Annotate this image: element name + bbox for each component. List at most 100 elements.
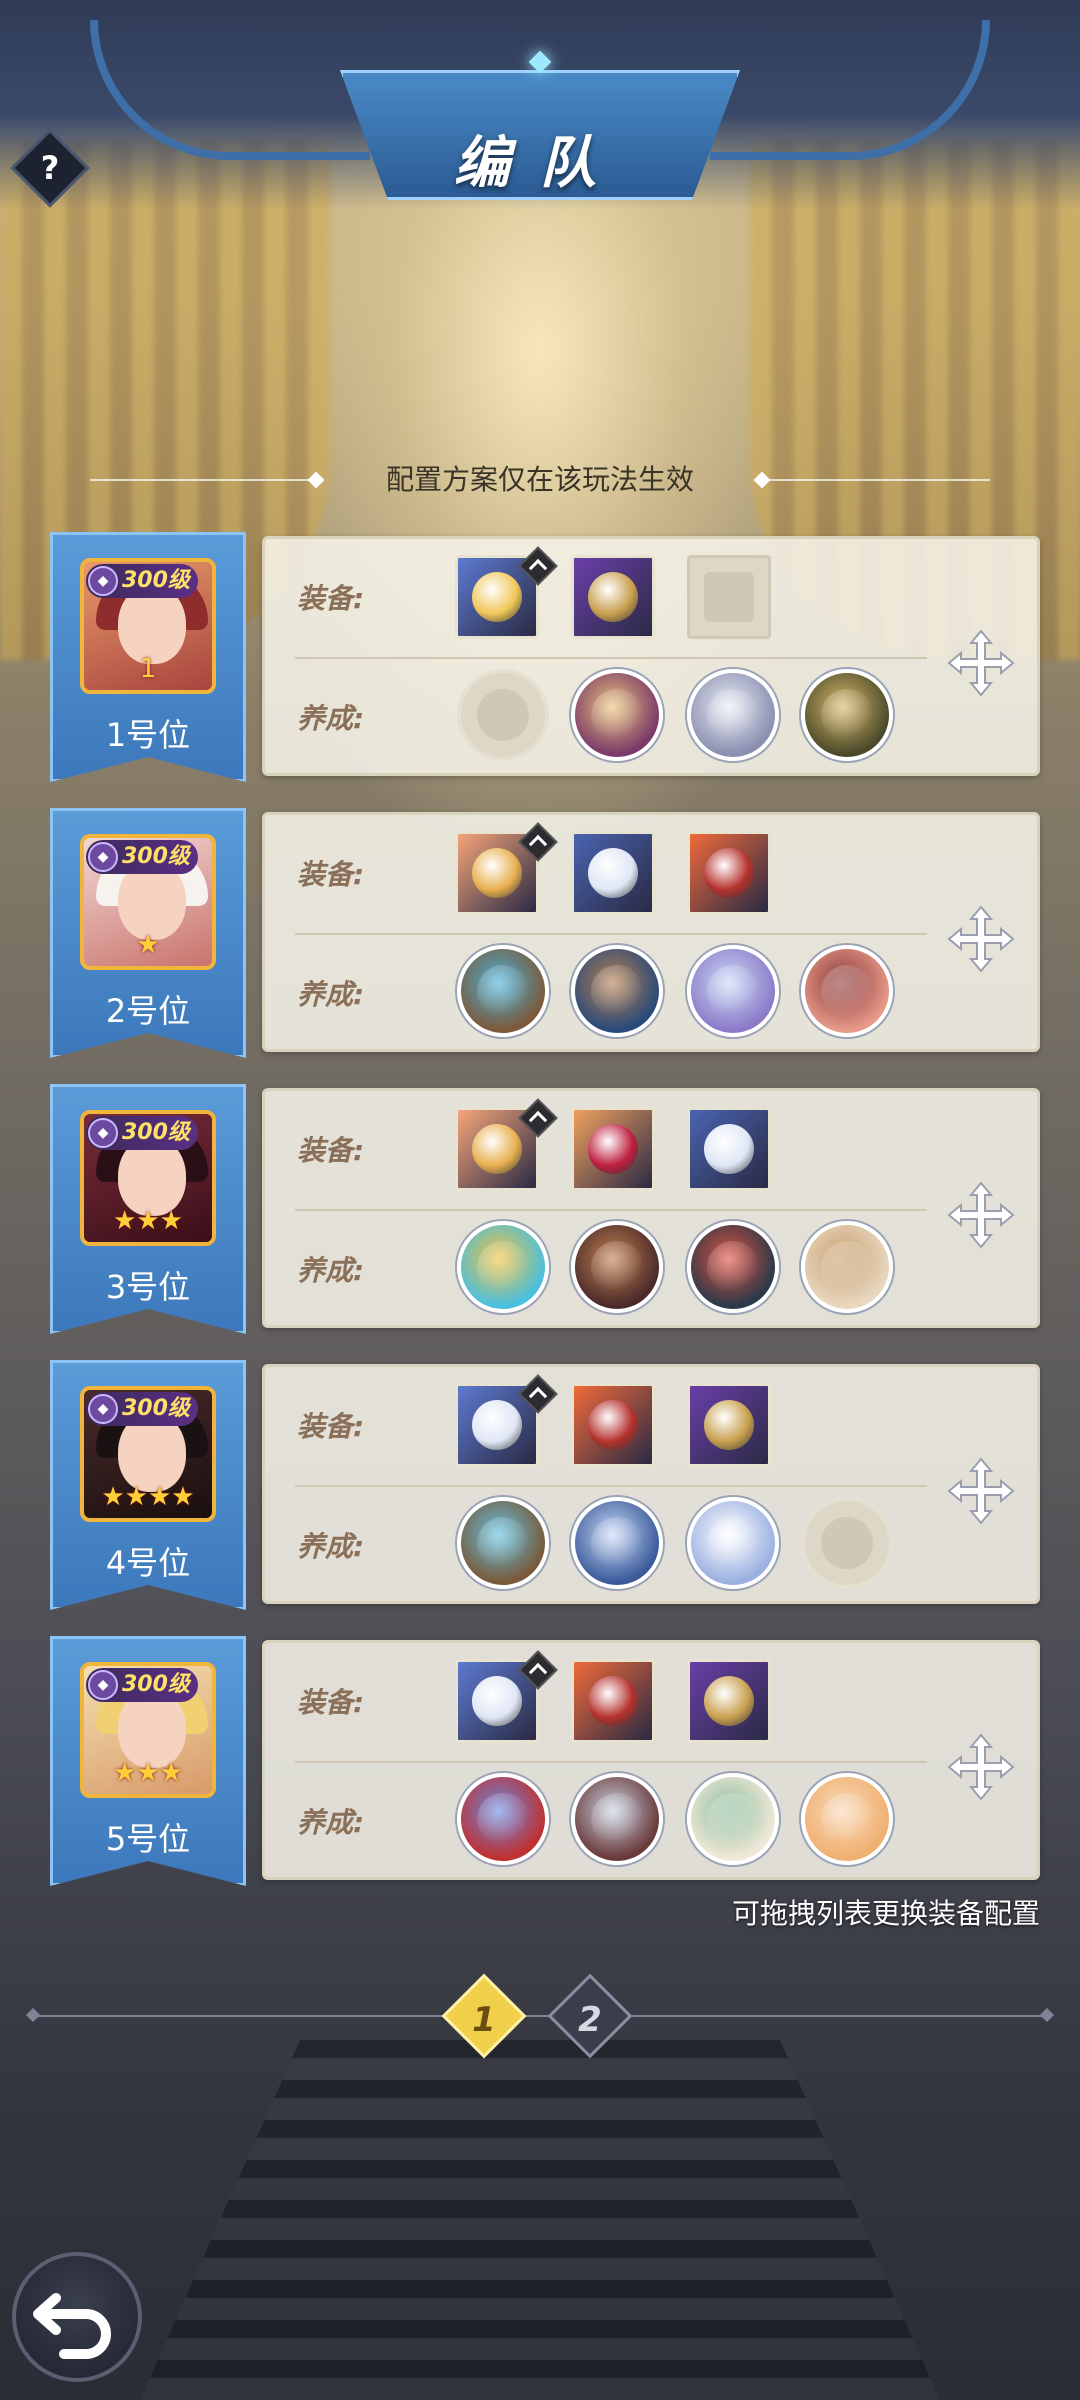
arrow-pet-icon [707, 1241, 759, 1293]
orb-icon [591, 689, 643, 741]
equip-slot[interactable] [571, 1107, 655, 1191]
drag-move-icon[interactable] [945, 1731, 1017, 1803]
equip-slot[interactable] [687, 1659, 771, 1743]
drag-move-icon[interactable] [945, 1179, 1017, 1251]
diamond-icon [753, 471, 771, 489]
card-divider [295, 1761, 927, 1763]
equip-slot[interactable] [687, 831, 771, 915]
train-slot[interactable] [801, 669, 893, 761]
drag-move-icon[interactable] [945, 1455, 1017, 1527]
equip-slot[interactable] [571, 1383, 655, 1467]
rank-icon: ◆ [88, 566, 118, 596]
equip-slot-empty[interactable] [687, 555, 771, 639]
equip-slot[interactable] [455, 822, 558, 915]
sword-book-icon [591, 1793, 643, 1845]
equip-slot[interactable] [571, 555, 655, 639]
card-divider [295, 933, 927, 935]
chest-icon [591, 1517, 643, 1569]
team-slot-3[interactable]: ◆ 300级 ★★★ 3号位 [50, 1084, 246, 1334]
loadout-card-4[interactable]: 装备: 养成: [262, 1364, 1040, 1604]
loadout-card-5[interactable]: 装备: 养成: [262, 1640, 1040, 1880]
train-label: 养成: [297, 1254, 365, 1287]
train-slot[interactable] [571, 1773, 663, 1865]
helmet-icon [821, 965, 873, 1017]
divider-line [90, 479, 310, 481]
train-slot-empty[interactable] [457, 669, 549, 761]
card-divider [295, 1485, 927, 1487]
hero-portrait[interactable]: ◆ 300级 1 [80, 558, 216, 694]
shield-icon [704, 848, 754, 898]
subtitle-text: 配置方案仅在该玩法生效 [385, 463, 694, 496]
equip-slot[interactable] [687, 1107, 771, 1191]
star-rating: ★★★ [113, 1758, 183, 1788]
cross-icon [588, 848, 638, 898]
level-badge: ◆ 300级 [86, 1668, 198, 1702]
train-slot[interactable] [571, 669, 663, 761]
divider-line [770, 479, 990, 481]
train-slot[interactable] [457, 1773, 549, 1865]
diamond-icon [307, 471, 325, 489]
equip-slot[interactable] [455, 1098, 558, 1191]
train-slot[interactable] [687, 1773, 779, 1865]
train-slot[interactable] [687, 1497, 779, 1589]
ring-icon [472, 1400, 522, 1450]
train-slot[interactable] [801, 1221, 893, 1313]
train-slot[interactable] [571, 945, 663, 1037]
train-slot-empty[interactable] [801, 1497, 893, 1589]
team-slot-4[interactable]: ◆ 300级 ★★★★ 4号位 [50, 1360, 246, 1610]
equip-slot[interactable] [455, 546, 558, 639]
rune-icon [477, 1517, 529, 1569]
rank-icon: ◆ [88, 1118, 118, 1148]
empty-slot-icon [704, 572, 754, 622]
ring-icon [472, 1676, 522, 1726]
header-ornament-right [710, 20, 990, 160]
hero-portrait[interactable]: ◆ 300级 ★ [80, 834, 216, 970]
team-slot-5[interactable]: ◆ 300级 ★★★ 5号位 [50, 1636, 246, 1886]
train-slot[interactable] [571, 1221, 663, 1313]
loadout-card-3[interactable]: 装备: 养成: [262, 1088, 1040, 1328]
chevron-up-icon [518, 1374, 558, 1414]
train-slot[interactable] [457, 1221, 549, 1313]
drag-move-icon[interactable] [945, 903, 1017, 975]
train-slot[interactable] [457, 1497, 549, 1589]
team-slot-1[interactable]: ◆ 300级 1 1号位 [50, 532, 246, 782]
page-number: 2 [578, 2000, 602, 2041]
tome-icon [591, 1241, 643, 1293]
equip-slot[interactable] [455, 1374, 558, 1467]
level-text: 300级 [122, 1396, 190, 1421]
equip-slot[interactable] [455, 1650, 558, 1743]
equip-slot[interactable] [571, 831, 655, 915]
train-slot[interactable] [571, 1497, 663, 1589]
back-button[interactable] [12, 2252, 142, 2382]
header-ornament-left [90, 20, 370, 160]
hero-portrait[interactable]: ◆ 300级 ★★★ [80, 1110, 216, 1246]
equip-slot[interactable] [571, 1659, 655, 1743]
train-slot[interactable] [687, 669, 779, 761]
loadout-card-1[interactable]: 装备: 养成: [262, 536, 1040, 776]
girl-portrait-icon [821, 1793, 873, 1845]
slot-label: 1号位 [105, 716, 191, 754]
empty-slot-icon [821, 1517, 873, 1569]
whale-pet-icon [707, 965, 759, 1017]
equip-slot[interactable] [687, 1383, 771, 1467]
hero-portrait[interactable]: ◆ 300级 ★★★★ [80, 1386, 216, 1522]
star-rating: ★★★ [113, 1206, 183, 1236]
chevron-up-icon [518, 1650, 558, 1690]
train-slot[interactable] [687, 945, 779, 1037]
cat-pet-icon [707, 1517, 759, 1569]
cross-icon [704, 1124, 754, 1174]
ring-icon [472, 1124, 522, 1174]
train-slot[interactable] [801, 1773, 893, 1865]
star-rating: ★★★★ [101, 1482, 195, 1512]
loadout-card-2[interactable]: 装备: 养成: [262, 812, 1040, 1052]
train-slot[interactable] [457, 945, 549, 1037]
train-slot[interactable] [801, 945, 893, 1037]
hero-portrait[interactable]: ◆ 300级 ★★★ [80, 1662, 216, 1798]
level-text: 300级 [122, 1120, 190, 1145]
team-slot-2[interactable]: ◆ 300级 ★ 2号位 [50, 808, 246, 1058]
drag-move-icon[interactable] [945, 627, 1017, 699]
rank-icon: ◆ [88, 1670, 118, 1700]
level-badge: ◆ 300级 [86, 564, 198, 598]
question-icon: ? [40, 149, 60, 187]
train-slot[interactable] [687, 1221, 779, 1313]
